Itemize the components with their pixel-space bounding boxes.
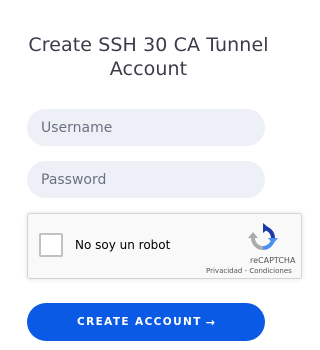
recaptcha-terms-link[interactable]: Condiciones <box>249 267 291 275</box>
recaptcha-links: Privacidad - Condiciones <box>206 267 292 275</box>
page-title-line-2: Account <box>109 57 188 80</box>
recaptcha-widget: No soy un robot reCAPTCHA Privacidad - C… <box>27 213 302 279</box>
username-input[interactable] <box>27 109 265 146</box>
recaptcha-brand: reCAPTCHA <box>250 256 296 265</box>
recaptcha-logo-icon <box>248 223 278 250</box>
password-field-wrapper <box>27 161 265 198</box>
password-input[interactable] <box>27 161 265 198</box>
recaptcha-checkbox[interactable] <box>39 233 63 257</box>
page-title: Create SSH 30 CA Tunnel Account <box>0 33 297 81</box>
page-title-line-1: Create SSH 30 CA Tunnel <box>28 33 269 56</box>
recaptcha-label: No soy un robot <box>75 238 171 252</box>
signup-card: Create SSH 30 CA Tunnel Account No soy u… <box>0 0 302 350</box>
username-field-wrapper <box>27 109 265 146</box>
create-account-button-label: CREATE ACCOUNT <box>76 316 202 328</box>
arrow-right-icon: → <box>205 315 216 329</box>
recaptcha-privacy-link[interactable]: Privacidad <box>206 267 242 275</box>
create-account-button[interactable]: CREATE ACCOUNT → <box>27 303 265 341</box>
